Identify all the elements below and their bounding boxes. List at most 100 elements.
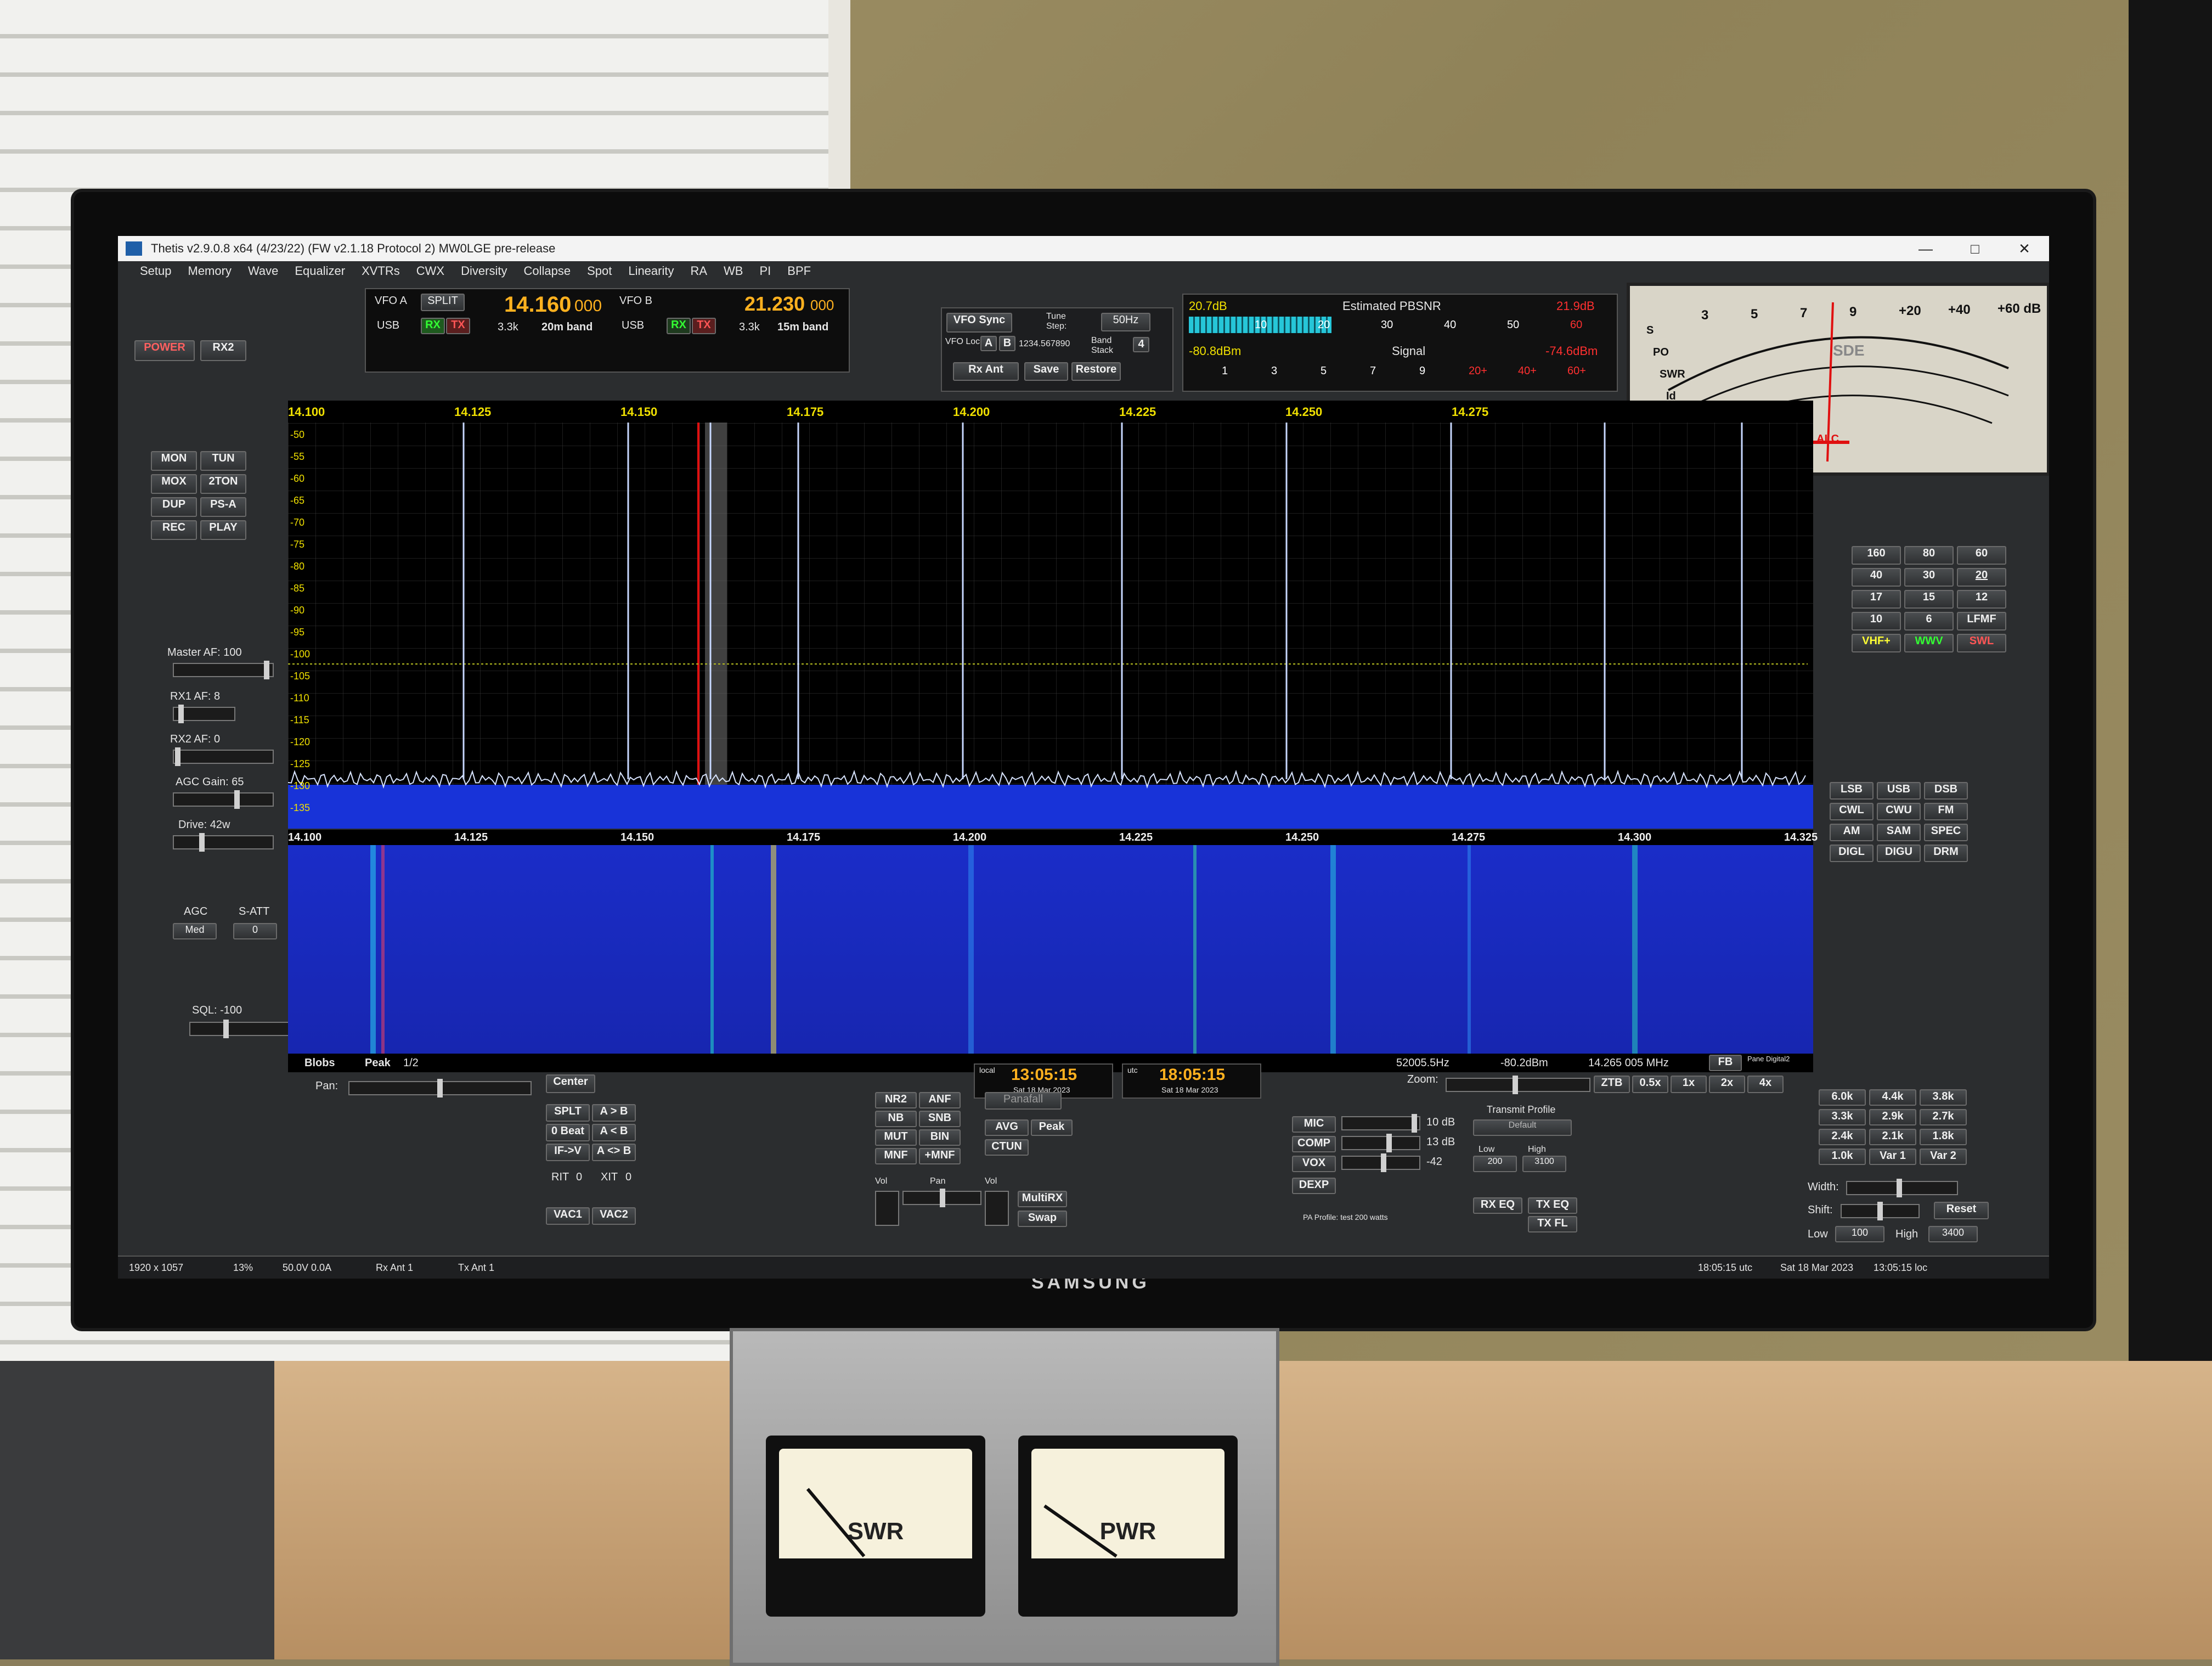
rx1-af-slider[interactable]	[173, 705, 235, 723]
filter-24k[interactable]: 2.4k	[1819, 1129, 1866, 1145]
band-wwv[interactable]: WWV	[1904, 634, 1954, 652]
rx1-af-thumb[interactable]	[178, 705, 184, 723]
lock-b-button[interactable]: B	[999, 336, 1015, 351]
panadapter[interactable]: 14.100 14.125 14.150 14.175 14.200 14.225 14.2…	[288, 401, 1813, 829]
agc-gain-thumb[interactable]	[234, 790, 240, 809]
menu-wb[interactable]: WB	[724, 261, 743, 281]
menu-cwx[interactable]: CWX	[416, 261, 444, 281]
tun-button[interactable]: TUN	[200, 451, 246, 471]
filter-29k[interactable]: 2.9k	[1869, 1109, 1916, 1125]
waterfall[interactable]	[288, 845, 1813, 1054]
zoom-4x-button[interactable]: 4x	[1747, 1076, 1784, 1093]
filter-60k[interactable]: 6.0k	[1819, 1089, 1866, 1106]
maximize-button[interactable]: □	[1950, 236, 2000, 261]
dup-button[interactable]: DUP	[151, 497, 197, 517]
rx2-button[interactable]: RX2	[200, 340, 246, 361]
mox-button[interactable]: MOX	[151, 474, 197, 494]
snb-button[interactable]: SNB	[919, 1111, 961, 1127]
band-vhf[interactable]: VHF+	[1852, 634, 1901, 652]
high-input[interactable]: 3400	[1928, 1226, 1978, 1242]
menu-setup[interactable]: Setup	[140, 261, 172, 281]
zero-beat-button[interactable]: 0 Beat	[546, 1124, 590, 1141]
band-lfmf[interactable]: LFMF	[1957, 612, 2006, 631]
band-12[interactable]: 12	[1957, 590, 2006, 609]
filter-38k[interactable]: 3.8k	[1920, 1089, 1967, 1106]
vfo-b-rx[interactable]: RX	[667, 318, 691, 334]
band-6[interactable]: 6	[1904, 612, 1954, 631]
sql-slider[interactable]	[189, 1020, 290, 1038]
zoom-1x-button[interactable]: 1x	[1671, 1076, 1707, 1093]
xit-label[interactable]: XIT	[601, 1171, 618, 1184]
filter-var1[interactable]: Var 1	[1869, 1149, 1916, 1165]
a-to-b-button[interactable]: A > B	[592, 1104, 636, 1122]
band-swl[interactable]: SWL	[1957, 634, 2006, 652]
mode-dsb[interactable]: DSB	[1924, 782, 1968, 800]
tx-low-input[interactable]: 200	[1473, 1156, 1517, 1172]
menu-collapse[interactable]: Collapse	[523, 261, 571, 281]
menu-diversity[interactable]: Diversity	[461, 261, 507, 281]
menu-equalizer[interactable]: Equalizer	[295, 261, 345, 281]
mode-sam[interactable]: SAM	[1877, 824, 1921, 841]
zoom-slider[interactable]	[1446, 1076, 1590, 1094]
mic-button[interactable]: MIC	[1292, 1116, 1336, 1133]
play-button[interactable]: PLAY	[200, 520, 246, 540]
psa-button[interactable]: PS-A	[200, 497, 246, 517]
reset-button[interactable]: Reset	[1934, 1202, 1989, 1219]
mode-usb[interactable]: USB	[1877, 782, 1921, 800]
vfo-a-rx[interactable]: RX	[421, 318, 445, 334]
blobs-label[interactable]: Blobs	[304, 1057, 335, 1070]
shift-slider[interactable]	[1841, 1202, 1920, 1220]
a-swap-b-button[interactable]: A <> B	[592, 1144, 636, 1161]
nr2-button[interactable]: NR2	[875, 1092, 917, 1108]
band-160[interactable]: 160	[1852, 546, 1901, 565]
splt-button[interactable]: SPLT	[546, 1104, 590, 1122]
band-stack-value[interactable]: 4	[1133, 337, 1149, 352]
mode-lsb[interactable]: LSB	[1830, 782, 1874, 800]
filter-10k[interactable]: 1.0k	[1819, 1149, 1866, 1165]
mode-drm[interactable]: DRM	[1924, 845, 1968, 862]
mode-cwl[interactable]: CWL	[1830, 803, 1874, 820]
split-button[interactable]: SPLIT	[421, 294, 465, 311]
low-input[interactable]: 100	[1835, 1226, 1884, 1242]
close-button[interactable]: ✕	[2000, 236, 2049, 261]
multirx-button[interactable]: MultiRX	[1018, 1191, 1067, 1207]
master-af-slider[interactable]	[173, 661, 274, 679]
menu-xvtrs[interactable]: XVTRs	[362, 261, 400, 281]
filter-18k[interactable]: 1.8k	[1920, 1129, 1967, 1145]
band-10[interactable]: 10	[1852, 612, 1901, 631]
menu-spot[interactable]: Spot	[587, 261, 612, 281]
power-button[interactable]: POWER	[134, 340, 195, 361]
tx-profile-select[interactable]: Default	[1473, 1119, 1572, 1136]
filter-21k[interactable]: 2.1k	[1869, 1129, 1916, 1145]
pan-thumb[interactable]	[437, 1079, 443, 1097]
fb-button[interactable]: FB	[1709, 1055, 1742, 1071]
shift-thumb[interactable]	[1877, 1202, 1883, 1220]
width-thumb[interactable]	[1897, 1179, 1902, 1197]
agc-mode-select[interactable]: Med	[173, 923, 217, 939]
peak-label[interactable]: Peak	[365, 1057, 391, 1070]
rit-label[interactable]: RIT	[551, 1171, 569, 1184]
mode-spec[interactable]: SPEC	[1924, 824, 1968, 841]
band-60[interactable]: 60	[1957, 546, 2006, 565]
nb-button[interactable]: NB	[875, 1111, 917, 1127]
width-slider[interactable]	[1846, 1179, 1958, 1197]
band-17[interactable]: 17	[1852, 590, 1901, 609]
mic-slider[interactable]	[1341, 1114, 1420, 1133]
rx-ant-button[interactable]: Rx Ant	[953, 362, 1019, 381]
minimize-button[interactable]: —	[1901, 236, 1950, 261]
comp-slider[interactable]	[1341, 1134, 1420, 1152]
plus-mnf-button[interactable]: +MNF	[919, 1148, 961, 1164]
pan-slider[interactable]	[348, 1079, 532, 1097]
rec-button[interactable]: REC	[151, 520, 197, 540]
avg-button[interactable]: AVG	[985, 1119, 1029, 1136]
filter-27k[interactable]: 2.7k	[1920, 1109, 1967, 1125]
drive-slider[interactable]	[173, 833, 274, 852]
menu-pi[interactable]: PI	[760, 261, 771, 281]
mic-thumb[interactable]	[1412, 1114, 1417, 1133]
center-button[interactable]: Center	[546, 1074, 595, 1093]
ztb-button[interactable]: ZTB	[1594, 1076, 1630, 1093]
band-20[interactable]: 20	[1957, 568, 2006, 587]
panadapter-spectrum[interactable]	[288, 401, 1813, 829]
tx-eq-button[interactable]: TX EQ	[1528, 1197, 1577, 1214]
rx-eq-button[interactable]: RX EQ	[1473, 1197, 1522, 1214]
